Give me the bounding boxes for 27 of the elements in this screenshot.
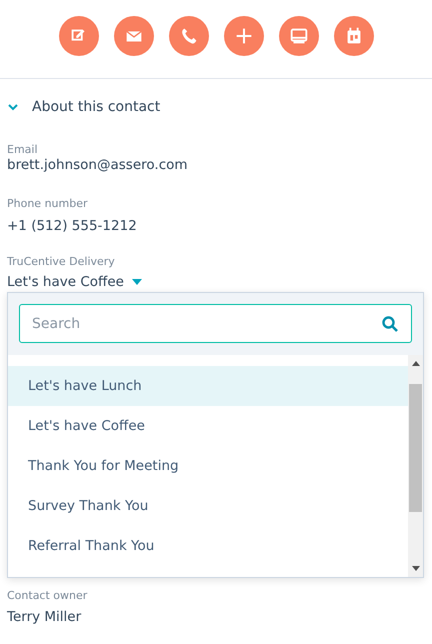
field-label: TruCentive Delivery bbox=[7, 255, 116, 268]
scrollbar[interactable] bbox=[408, 355, 423, 577]
field-label: Phone number bbox=[7, 197, 89, 210]
dropdown-value[interactable]: Let's have Coffee bbox=[7, 274, 124, 290]
search-icon[interactable] bbox=[381, 314, 399, 332]
dropdown-option[interactable]: Let's have Lunch bbox=[8, 366, 408, 406]
dropdown-option[interactable]: Survey Thank You bbox=[8, 486, 408, 526]
phone-button[interactable] bbox=[168, 16, 208, 56]
field-value: Terry Miller bbox=[7, 609, 82, 625]
screen-button[interactable] bbox=[278, 16, 318, 56]
plus-button[interactable] bbox=[224, 16, 264, 56]
search-field[interactable]: Search bbox=[19, 304, 412, 343]
dropdown-option[interactable]: Let's have Coffee bbox=[8, 406, 408, 446]
scroll-up-icon[interactable] bbox=[412, 361, 420, 366]
chevron-icon[interactable] bbox=[8, 103, 18, 111]
edit-button[interactable] bbox=[58, 16, 98, 56]
caret-icon[interactable] bbox=[132, 279, 142, 285]
calendar-button[interactable] bbox=[334, 16, 374, 56]
dropdown-option[interactable]: Thank You for Meeting bbox=[8, 446, 408, 486]
field-value: +1 (512) 555-1212 bbox=[7, 218, 138, 234]
envelope-button[interactable] bbox=[114, 16, 154, 56]
scroll-down-icon[interactable] bbox=[412, 566, 420, 571]
field-value: brett.johnson@assero.com bbox=[7, 157, 189, 173]
field-label: Contact owner bbox=[7, 589, 88, 602]
dropdown-option[interactable]: Referral Thank You bbox=[8, 526, 408, 566]
section-title: About this contact bbox=[32, 99, 160, 115]
field-label: Email bbox=[7, 143, 39, 156]
